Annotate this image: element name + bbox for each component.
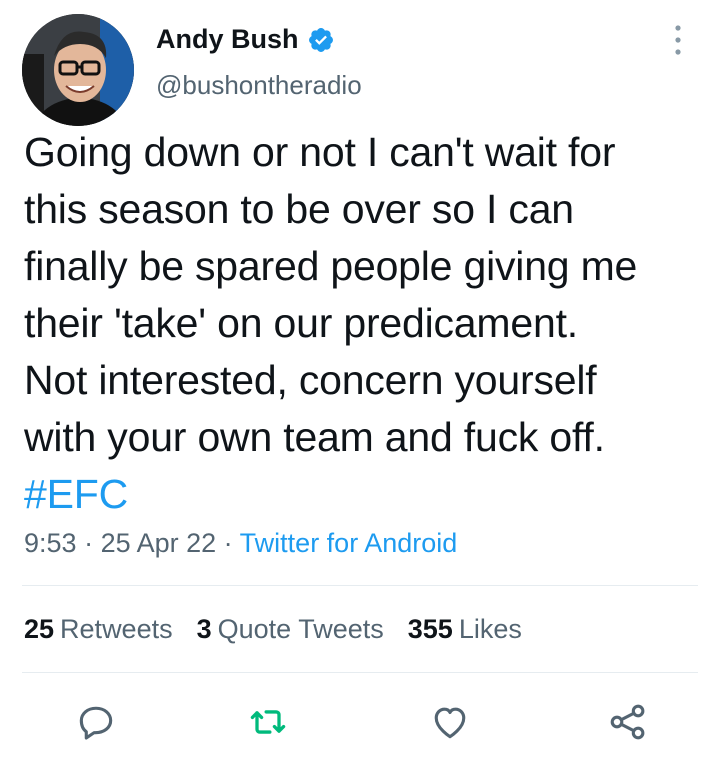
tweet-action-bar bbox=[0, 700, 720, 750]
retweet-icon[interactable] bbox=[246, 700, 290, 744]
like-heart-icon[interactable] bbox=[428, 700, 472, 744]
hashtag-link[interactable]: #EFC bbox=[24, 466, 704, 523]
tweet-stats: 25 Retweets 3 Quote Tweets 355 Likes bbox=[24, 614, 522, 645]
author-handle[interactable]: @bushontheradio bbox=[156, 70, 362, 101]
quote-tweets-label: Quote Tweets bbox=[217, 614, 384, 644]
retweets-label: Retweets bbox=[60, 614, 173, 644]
meta-separator: · bbox=[216, 528, 240, 558]
likes-stat[interactable]: 355 Likes bbox=[408, 614, 522, 645]
author-name[interactable]: Andy Bush bbox=[156, 24, 299, 55]
retweets-count: 25 bbox=[24, 614, 55, 644]
quote-tweets-stat[interactable]: 3 Quote Tweets bbox=[197, 614, 384, 645]
avatar[interactable] bbox=[22, 14, 134, 126]
more-vertical-icon[interactable] bbox=[668, 22, 688, 58]
tweet-source-link[interactable]: Twitter for Android bbox=[240, 528, 458, 558]
verified-badge-icon bbox=[307, 26, 335, 54]
tweet-line: with your own team and fuck off. bbox=[24, 414, 605, 460]
quote-tweets-count: 3 bbox=[196, 614, 212, 644]
author-name-row[interactable]: Andy Bush bbox=[156, 24, 335, 55]
retweets-stat[interactable]: 25 Retweets bbox=[24, 614, 173, 645]
tweet-line: this season to be over so I can bbox=[24, 186, 574, 232]
tweet-line: their 'take' on our predicament. bbox=[24, 300, 578, 346]
reply-icon[interactable] bbox=[74, 700, 118, 744]
likes-count: 355 bbox=[407, 614, 453, 644]
tweet-line: finally be spared people giving me bbox=[24, 243, 638, 289]
tweet-date[interactable]: 25 Apr 22 bbox=[101, 528, 217, 558]
tweet-meta: 9:53 · 25 Apr 22 · Twitter for Android bbox=[24, 528, 457, 559]
share-icon[interactable] bbox=[606, 700, 650, 744]
tweet-text: Going down or not I can't wait for this … bbox=[24, 124, 704, 523]
meta-separator: · bbox=[76, 528, 101, 558]
tweet-line: Going down or not I can't wait for bbox=[24, 129, 616, 175]
tweet-line: Not interested, concern yourself bbox=[24, 357, 597, 403]
tweet-time[interactable]: 9:53 bbox=[24, 528, 77, 558]
divider bbox=[22, 585, 698, 586]
divider bbox=[22, 672, 698, 673]
likes-label: Likes bbox=[458, 614, 522, 644]
